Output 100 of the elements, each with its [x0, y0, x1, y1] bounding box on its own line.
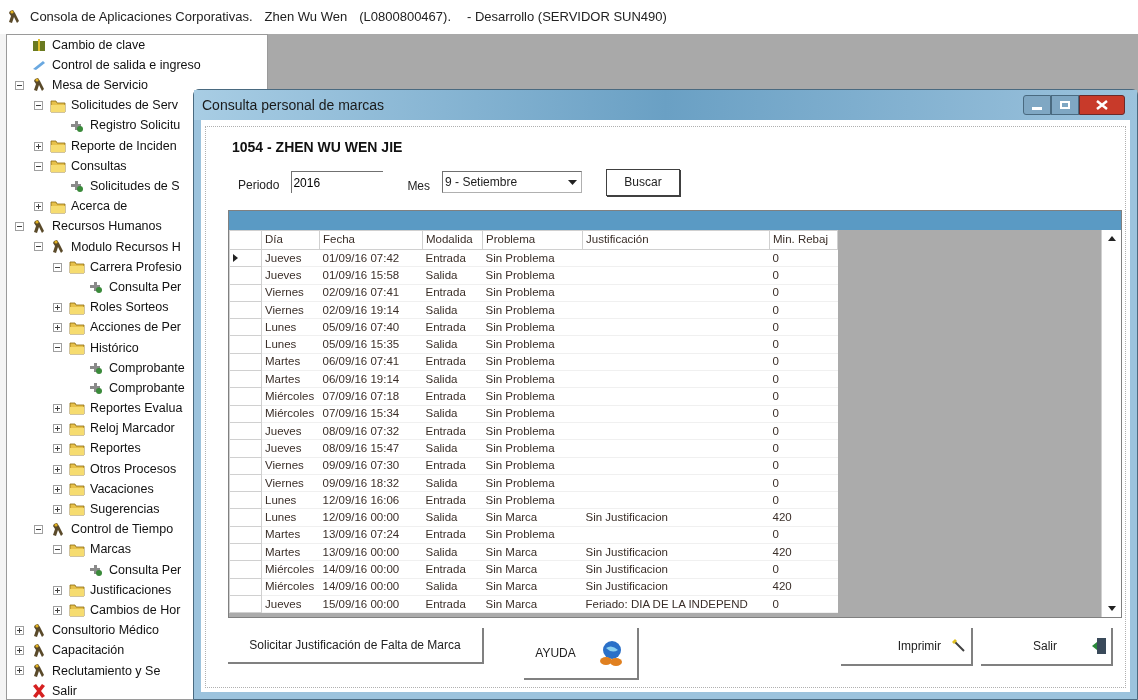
request-button[interactable]: Solicitar Justificación de Falta de Marca [228, 628, 484, 664]
table-cell: Viernes [265, 459, 304, 472]
help-button[interactable]: AYUDA [524, 628, 639, 680]
expand-toggle[interactable] [15, 666, 24, 676]
collapse-toggle[interactable] [15, 222, 24, 232]
collapse-toggle[interactable] [15, 80, 24, 90]
expand-toggle[interactable] [53, 504, 62, 514]
tree-item[interactable]: Consulta Per [109, 277, 182, 297]
tree-item[interactable]: Justificaciones [90, 580, 172, 600]
expand-toggle[interactable] [15, 646, 24, 656]
tree-item[interactable]: Reportes [90, 439, 141, 459]
table-cell: Sin Problema [485, 320, 555, 333]
collapse-toggle[interactable] [53, 262, 62, 272]
folder-icon [50, 98, 66, 113]
minimize-button[interactable] [1023, 95, 1051, 115]
expand-toggle[interactable] [53, 403, 62, 413]
search-button[interactable]: Buscar [606, 168, 681, 196]
tree-item[interactable]: Reportes Evalua [90, 399, 183, 418]
tree-item[interactable]: Consulta Per [109, 560, 182, 580]
expand-toggle[interactable] [53, 323, 62, 333]
expand-toggle[interactable] [53, 424, 62, 434]
collapse-toggle[interactable] [53, 343, 62, 353]
tree-item[interactable]: Cambio de clave [52, 35, 146, 55]
collapse-toggle[interactable] [53, 545, 62, 555]
expand-toggle[interactable] [53, 444, 62, 454]
period-field[interactable]: 2016 [291, 171, 384, 193]
tree-item[interactable]: Solicitudes de Serv [71, 96, 178, 116]
close-button[interactable] [1079, 95, 1125, 115]
expand-toggle[interactable] [53, 585, 62, 595]
tree-item[interactable]: Consultas [71, 156, 127, 176]
expand-toggle[interactable] [34, 141, 43, 151]
collapse-toggle[interactable] [34, 525, 43, 535]
column-header[interactable]: Modalida [422, 230, 483, 250]
expand-toggle[interactable] [53, 484, 62, 494]
collapse-toggle[interactable] [34, 242, 43, 252]
table-cell: 0 [772, 268, 779, 281]
tree-item[interactable]: Reloj Marcador [90, 419, 175, 439]
tree-item[interactable]: Comprobante [109, 358, 185, 378]
table-cell: Sin Marca [485, 511, 538, 524]
tree-item[interactable]: Otros Procesos [90, 459, 177, 479]
tree-item[interactable]: Consultorio Médico [52, 621, 159, 640]
table-cell: 12/09/16 00:00 [322, 511, 400, 524]
tree-item[interactable]: Reclutamiento y Se [52, 661, 161, 681]
tree-item[interactable]: Vacaciones [90, 479, 154, 499]
collapse-toggle[interactable] [34, 161, 43, 171]
expand-toggle[interactable] [34, 202, 43, 212]
tree-item[interactable]: Recursos Humanos [52, 217, 162, 237]
tree-item[interactable]: Carrera Profesio [90, 257, 182, 277]
tree-item[interactable]: Comprobante [109, 378, 185, 398]
table-cell: Entrada [425, 424, 466, 437]
column-header[interactable]: Problema [482, 230, 583, 250]
tree-item[interactable]: Mesa de Servicio [52, 76, 148, 95]
table-cell: Jueves [265, 597, 302, 610]
month-dropdown[interactable]: 9 - Setiembre [442, 171, 583, 193]
expand-toggle[interactable] [53, 605, 62, 615]
table-cell: 0 [772, 424, 779, 437]
table-cell: Jueves [265, 268, 302, 281]
table-cell: 0 [772, 407, 779, 420]
table-cell: 07/09/16 07:18 [322, 390, 400, 402]
tree-item[interactable]: Salir [52, 681, 77, 699]
tree-item[interactable]: Cambios de Hor [90, 600, 181, 620]
column-header[interactable]: Fecha [319, 230, 423, 250]
table-cell: Jueves [265, 441, 302, 454]
tree-item[interactable]: Acciones de Per [90, 318, 182, 338]
tree-item[interactable]: Reporte de Inciden [71, 136, 177, 156]
tree-item[interactable]: Acerca de [71, 197, 128, 216]
tree-item[interactable]: Control de Tiempo [71, 520, 174, 539]
table-cell: Salida [425, 511, 458, 524]
maximize-button[interactable] [1051, 95, 1079, 115]
tree-item[interactable]: Capacitación [52, 641, 125, 661]
tree-item[interactable]: Sugerencias [90, 500, 160, 519]
figure-icon [31, 218, 47, 235]
scrollbar[interactable] [1101, 230, 1121, 617]
column-header[interactable]: Día [261, 230, 320, 250]
tree-item[interactable]: Histórico [90, 338, 139, 358]
tree-item[interactable]: Registro Solicitu [90, 116, 181, 136]
table-cell: 05/09/16 15:35 [322, 338, 400, 351]
table-cell: Sin Problema [485, 476, 555, 489]
column-header[interactable]: Min. Rebaj [769, 230, 838, 250]
table-cell: 01/09/16 07:42 [322, 251, 400, 264]
scroll-up-icon[interactable] [1107, 236, 1116, 241]
folder-icon [50, 199, 66, 214]
expand-toggle[interactable] [15, 626, 24, 636]
print-button[interactable]: Imprimir [841, 628, 973, 666]
tree-item[interactable]: Control de salida e ingreso [52, 55, 201, 75]
column-header[interactable]: Justificación [582, 230, 770, 250]
table-cell: 01/09/16 15:58 [322, 268, 400, 281]
table-cell: 08/09/16 07:32 [322, 424, 400, 437]
tree-item[interactable]: Solicitudes de S [90, 177, 180, 196]
scroll-down-icon[interactable] [1107, 606, 1116, 611]
expand-toggle[interactable] [53, 303, 62, 313]
table-cell: 13/09/16 00:00 [322, 545, 400, 558]
expand-toggle[interactable] [53, 464, 62, 474]
tree-item[interactable]: Marcas [90, 540, 131, 560]
tree-item[interactable]: Modulo Recursos H [71, 237, 181, 257]
exit-button[interactable]: Salir [981, 628, 1113, 666]
collapse-toggle[interactable] [34, 101, 43, 111]
tree-item[interactable]: Roles Sorteos [90, 298, 169, 317]
table-cell: Lunes [265, 511, 297, 524]
table-cell: Sin Problema [485, 355, 555, 368]
